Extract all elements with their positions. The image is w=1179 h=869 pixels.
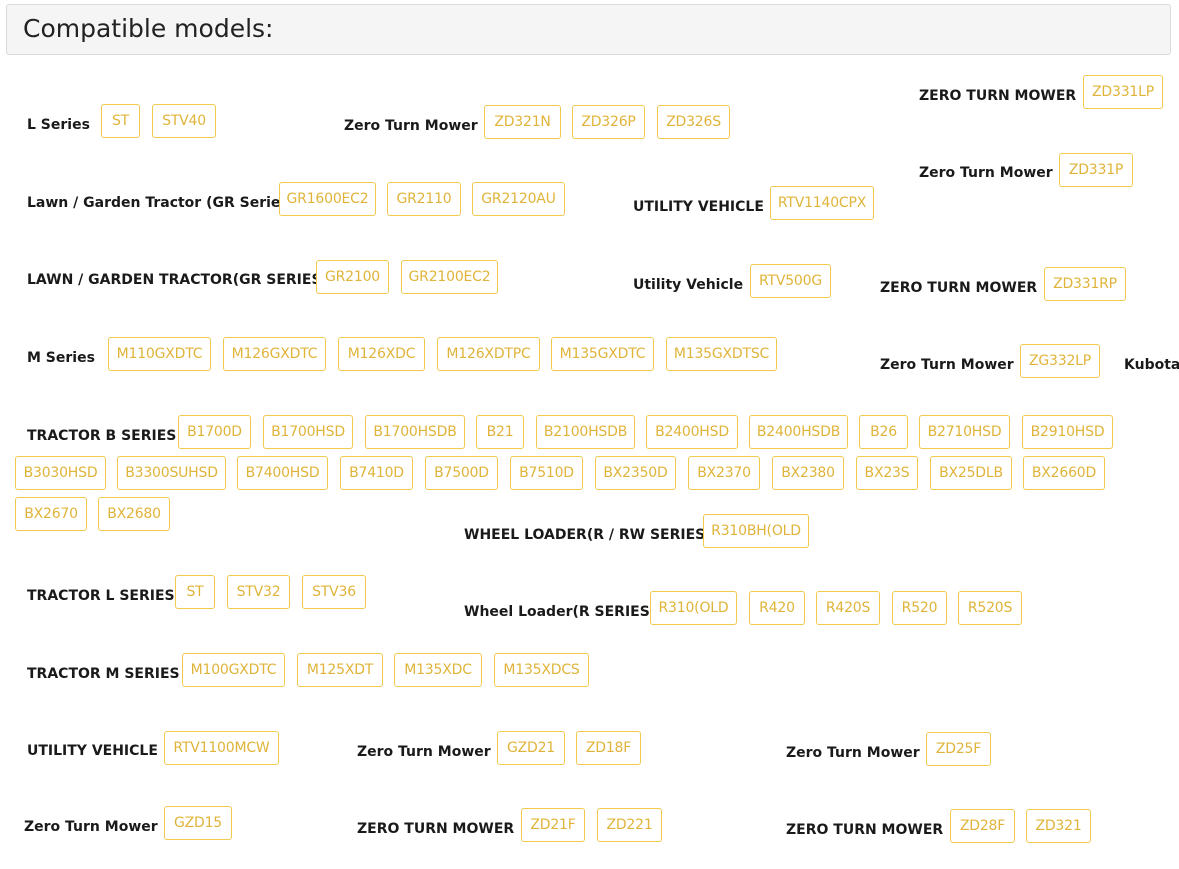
model-tag[interactable]: B3300SUHSD [117, 456, 226, 490]
model-tag[interactable]: ZD28F [950, 809, 1015, 843]
model-tag[interactable]: ZD331LP [1083, 75, 1163, 109]
group-label: TRACTOR B SERIES [27, 428, 177, 444]
model-tag[interactable]: R420S [816, 591, 880, 625]
model-tag[interactable]: BX2350D [595, 456, 676, 490]
model-tag[interactable]: M135GXDTSC [666, 337, 777, 371]
model-tag[interactable]: B1700D [178, 415, 251, 449]
model-tag[interactable]: B26 [859, 415, 908, 449]
group-label: ZERO TURN MOWER [786, 822, 944, 838]
model-tag[interactable]: RTV1140CPX [770, 186, 874, 220]
model-tag[interactable]: GR1600EC2 [279, 182, 376, 216]
model-tag[interactable]: GZD21 [497, 731, 565, 765]
model-tag[interactable]: B2400HSD [646, 415, 738, 449]
model-tag[interactable]: R520S [958, 591, 1022, 625]
model-tag[interactable]: ZD321N [484, 105, 561, 139]
model-tag[interactable]: BX2660D [1023, 456, 1105, 490]
group-label: ZERO TURN MOWER [880, 280, 1038, 296]
model-tag[interactable]: M100GXDTC [182, 653, 285, 687]
group-label: Zero Turn Mower [786, 745, 920, 761]
model-tag[interactable]: M126XDTPC [437, 337, 540, 371]
model-tag[interactable]: B2710HSD [919, 415, 1010, 449]
group-label: L Series [27, 117, 90, 133]
model-tag[interactable]: B2910HSD [1022, 415, 1113, 449]
model-tag[interactable]: GR2120AU [472, 182, 565, 216]
model-tag[interactable]: B2400HSDB [749, 415, 848, 449]
model-tag[interactable]: BX2670 [15, 497, 87, 531]
model-tag[interactable]: GR2100EC2 [401, 260, 498, 294]
model-tag[interactable]: M126GXDTC [223, 337, 326, 371]
model-tag[interactable]: ZD21F [521, 808, 585, 842]
model-tag[interactable]: ST [175, 575, 215, 609]
model-tag[interactable]: B7410D [340, 456, 413, 490]
model-tag[interactable]: ZG332LP [1020, 344, 1100, 378]
model-tag[interactable]: GR2110 [387, 182, 461, 216]
model-tag[interactable]: ZD321 [1026, 809, 1091, 843]
group-label: Lawn / Garden Tractor (GR Series) [27, 195, 296, 211]
group-label: Zero Turn Mower [357, 744, 491, 760]
page-title: Compatible models: [23, 14, 274, 43]
group-label: Wheel Loader(R SERIES) [464, 604, 657, 620]
group-label: Zero Turn Mower [24, 819, 158, 835]
compatible-models-header: Compatible models: [6, 4, 1171, 55]
group-label: Zero Turn Mower [880, 357, 1014, 373]
model-tag[interactable]: ZD331P [1059, 153, 1133, 187]
model-tag[interactable]: RTV500G [750, 264, 831, 298]
model-tag[interactable]: B1700HSD [263, 415, 353, 449]
model-tag[interactable]: B7500D [425, 456, 498, 490]
group-label: ZERO TURN MOWER [919, 88, 1077, 104]
model-tag[interactable]: STV40 [152, 104, 216, 138]
group-label: TRACTOR M SERIES [27, 666, 180, 682]
model-tag[interactable]: ZD221 [597, 808, 662, 842]
group-label: UTILITY VEHICLE [27, 743, 158, 759]
model-tag[interactable]: BX2370 [688, 456, 760, 490]
group-label: ZERO TURN MOWER [357, 821, 515, 837]
model-tag[interactable]: ZD326P [572, 105, 645, 139]
model-tag[interactable]: M125XDT [297, 653, 383, 687]
model-tag[interactable]: BX25DLB [930, 456, 1012, 490]
model-tag[interactable]: RTV1100MCW [164, 731, 279, 765]
group-label: Zero Turn Mower [919, 165, 1053, 181]
group-label: WHEEL LOADER(R / RW SERIES) [464, 527, 712, 543]
model-tag[interactable]: ZD331RP [1044, 267, 1126, 301]
model-tag[interactable]: STV36 [302, 575, 366, 609]
model-tag[interactable]: ZD18F [576, 731, 641, 765]
group-label: Utility Vehicle [633, 277, 744, 293]
model-tag[interactable]: R420 [749, 591, 805, 625]
model-tag[interactable]: ZD25F [926, 732, 991, 766]
group-label: M Series [27, 350, 95, 366]
group-label: LAWN / GARDEN TRACTOR(GR SERIES) [27, 272, 328, 288]
model-tag[interactable]: B21 [476, 415, 524, 449]
group-label: UTILITY VEHICLE [633, 199, 764, 215]
model-tag[interactable]: M135XDCS [494, 653, 589, 687]
model-tag[interactable]: BX23S [856, 456, 918, 490]
model-tag[interactable]: M110GXDTC [108, 337, 211, 371]
model-tag[interactable]: R520 [892, 591, 947, 625]
group-label: TRACTOR L SERIES [27, 588, 175, 604]
model-tag[interactable]: GZD15 [164, 806, 232, 840]
model-tag[interactable]: B1700HSDB [365, 415, 465, 449]
model-tag[interactable]: M126XDC [338, 337, 425, 371]
model-tag[interactable]: B2100HSDB [536, 415, 635, 449]
group-label: Kubota [1124, 357, 1179, 373]
model-tag[interactable]: B3030HSD [15, 456, 106, 490]
model-tag[interactable]: GR2100 [316, 260, 389, 294]
model-tag[interactable]: M135XDC [394, 653, 482, 687]
model-tag[interactable]: R310BH(OLD [703, 514, 809, 548]
model-tag[interactable]: BX2380 [772, 456, 844, 490]
model-tag[interactable]: B7400HSD [237, 456, 328, 490]
model-tag[interactable]: STV32 [227, 575, 290, 609]
model-tag[interactable]: B7510D [510, 456, 583, 490]
model-tag[interactable]: BX2680 [98, 497, 170, 531]
model-tag[interactable]: ST [101, 104, 140, 138]
model-tag[interactable]: ZD326S [657, 105, 730, 139]
model-tag[interactable]: M135GXDTC [551, 337, 654, 371]
model-tag[interactable]: R310(OLD [650, 591, 737, 625]
group-label: Zero Turn Mower [344, 118, 478, 134]
